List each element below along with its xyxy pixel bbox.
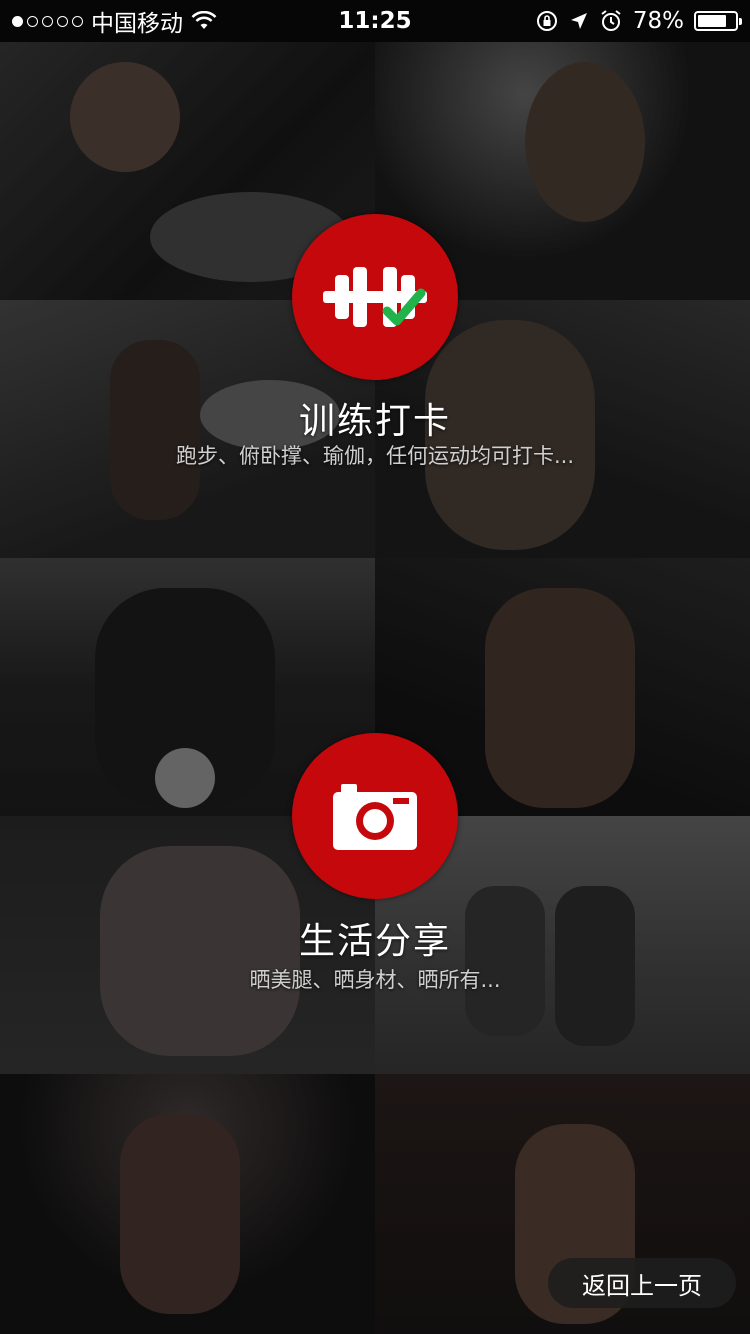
checkin-title: 训练打卡: [298, 401, 451, 442]
dumbbell-check-icon: [323, 267, 427, 327]
rotation-lock-icon: [536, 11, 557, 31]
back-button[interactable]: 返回上一页: [548, 1258, 736, 1308]
checkin-button[interactable]: [292, 214, 458, 380]
status-bar: 中国移动 11:25 78%: [0, 0, 750, 42]
share-subtitle: 晒美腿、晒身材、晒所有...: [249, 968, 501, 992]
status-right: 78%: [535, 0, 742, 42]
share-title: 生活分享: [298, 921, 451, 962]
location-icon: [570, 13, 587, 29]
checkin-subtitle: 跑步、俯卧撑、瑜伽，任何运动均可打卡...: [175, 444, 575, 468]
battery-icon: [694, 11, 742, 31]
battery-percent: 78%: [632, 8, 684, 34]
camera-icon: [333, 784, 417, 850]
share-button[interactable]: [292, 733, 458, 899]
alarm-icon: [601, 10, 621, 31]
